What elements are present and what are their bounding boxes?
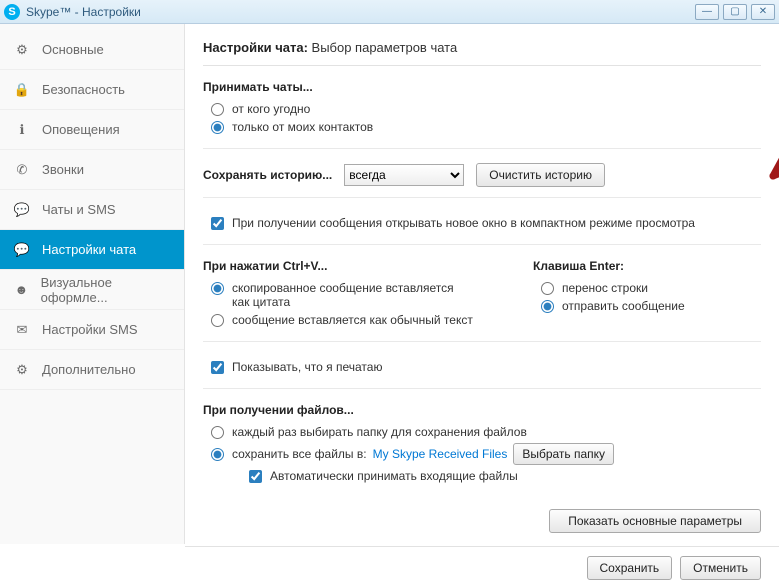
radio-files-saveto-input[interactable]: [211, 448, 224, 461]
sidebar-item-label: Основные: [42, 42, 104, 57]
save-button[interactable]: Сохранить: [587, 556, 673, 580]
clear-history-button[interactable]: Очистить историю: [476, 163, 605, 187]
radio-label: отправить сообщение: [562, 299, 685, 313]
sidebar-item-chat-settings[interactable]: 💬 Настройки чата: [0, 230, 184, 270]
radio-paste-quote[interactable]: скопированное сообщение вставляется как …: [211, 281, 473, 309]
chat-icon: 💬: [14, 202, 30, 218]
sidebar-item-advanced[interactable]: ⚙ Дополнительно: [0, 350, 184, 390]
sidebar: ⚙ Основные 🔒 Безопасность ℹ Оповещения ✆…: [0, 24, 185, 544]
files-folder-link[interactable]: My Skype Received Files: [373, 447, 508, 461]
info-icon: ℹ: [14, 122, 30, 138]
sidebar-item-general[interactable]: ⚙ Основные: [0, 30, 184, 70]
radio-label: перенос строки: [562, 281, 648, 295]
smiley-icon: ☻: [14, 282, 29, 298]
radio-label: скопированное сообщение вставляется как …: [232, 281, 473, 309]
minimize-button[interactable]: —: [695, 4, 719, 20]
history-select[interactable]: всегда: [344, 164, 464, 186]
files-title: При получении файлов...: [203, 403, 761, 417]
checkbox-label: Показывать, что я печатаю: [232, 360, 382, 374]
sidebar-item-sms-settings[interactable]: ✉ Настройки SMS: [0, 310, 184, 350]
radio-paste-plain[interactable]: сообщение вставляется как обычный текст: [211, 313, 473, 327]
auto-accept-checkbox-row[interactable]: Автоматически принимать входящие файлы: [249, 469, 761, 483]
radio-paste-quote-input[interactable]: [211, 282, 224, 295]
enter-title: Клавиша Enter:: [533, 259, 685, 273]
show-basic-params-button[interactable]: Показать основные параметры: [549, 509, 761, 533]
sidebar-item-label: Чаты и SMS: [42, 202, 116, 217]
gear-icon: ⚙: [14, 42, 30, 58]
sidebar-item-notifications[interactable]: ℹ Оповещения: [0, 110, 184, 150]
radio-paste-plain-input[interactable]: [211, 314, 224, 327]
radio-accept-anyone-input[interactable]: [211, 103, 224, 116]
page-title-bold: Настройки чата:: [203, 40, 308, 55]
sidebar-item-calls[interactable]: ✆ Звонки: [0, 150, 184, 190]
choose-folder-button[interactable]: Выбрать папку: [513, 443, 614, 465]
page-header: Настройки чата: Выбор параметров чата: [203, 34, 761, 66]
radio-label: от кого угодно: [232, 102, 310, 116]
skype-logo-icon: S: [4, 4, 20, 20]
paste-title: При нажатии Ctrl+V...: [203, 259, 473, 273]
close-button[interactable]: ✕: [751, 4, 775, 20]
compact-view-checkbox-row[interactable]: При получении сообщения открывать новое …: [211, 216, 761, 230]
radio-accept-contacts[interactable]: только от моих контактов: [211, 120, 761, 134]
content-pane: Настройки чата: Выбор параметров чата Пр…: [185, 24, 779, 544]
checkbox-label: При получении сообщения открывать новое …: [232, 216, 695, 230]
sidebar-item-label: Безопасность: [42, 82, 125, 97]
radio-enter-send[interactable]: отправить сообщение: [541, 299, 685, 313]
history-label: Сохранять историю...: [203, 168, 332, 182]
typing-checkbox-row[interactable]: Показывать, что я печатаю: [211, 360, 761, 374]
sidebar-item-visual[interactable]: ☻ Визуальное оформле...: [0, 270, 184, 310]
radio-label: каждый раз выбирать папку для сохранения…: [232, 425, 527, 439]
accept-chats-title: Принимать чаты...: [203, 80, 761, 94]
sidebar-item-label: Оповещения: [42, 122, 120, 137]
cog-icon: ⚙: [14, 362, 30, 378]
window-title: Skype™ - Настройки: [26, 5, 141, 19]
phone-icon: ✆: [14, 162, 30, 178]
sidebar-item-security[interactable]: 🔒 Безопасность: [0, 70, 184, 110]
page-title-rest: Выбор параметров чата: [308, 40, 457, 55]
footer: Сохранить Отменить: [185, 546, 779, 588]
maximize-button[interactable]: ▢: [723, 4, 747, 20]
radio-label: сохранить все файлы в:: [232, 447, 367, 461]
auto-accept-checkbox[interactable]: [249, 470, 262, 483]
compact-view-checkbox[interactable]: [211, 217, 224, 230]
cancel-button[interactable]: Отменить: [680, 556, 761, 580]
radio-files-ask-input[interactable]: [211, 426, 224, 439]
sidebar-item-label: Звонки: [42, 162, 84, 177]
sidebar-item-chat-sms[interactable]: 💬 Чаты и SMS: [0, 190, 184, 230]
radio-label: сообщение вставляется как обычный текст: [232, 313, 473, 327]
sidebar-item-label: Дополнительно: [42, 362, 136, 377]
radio-enter-newline-input[interactable]: [541, 282, 554, 295]
lock-icon: 🔒: [14, 82, 30, 98]
sidebar-item-label: Настройки SMS: [42, 322, 138, 337]
radio-accept-anyone[interactable]: от кого угодно: [211, 102, 761, 116]
sidebar-item-label: Визуальное оформле...: [41, 275, 170, 305]
checkbox-label: Автоматически принимать входящие файлы: [270, 469, 518, 483]
radio-files-ask[interactable]: каждый раз выбирать папку для сохранения…: [211, 425, 761, 439]
radio-enter-send-input[interactable]: [541, 300, 554, 313]
sidebar-item-label: Настройки чата: [42, 242, 136, 257]
radio-accept-contacts-input[interactable]: [211, 121, 224, 134]
chat-settings-icon: 💬: [14, 242, 30, 258]
radio-label: только от моих контактов: [232, 120, 373, 134]
sms-icon: ✉: [14, 322, 30, 338]
titlebar: S Skype™ - Настройки — ▢ ✕: [0, 0, 779, 24]
typing-checkbox[interactable]: [211, 361, 224, 374]
radio-enter-newline[interactable]: перенос строки: [541, 281, 685, 295]
